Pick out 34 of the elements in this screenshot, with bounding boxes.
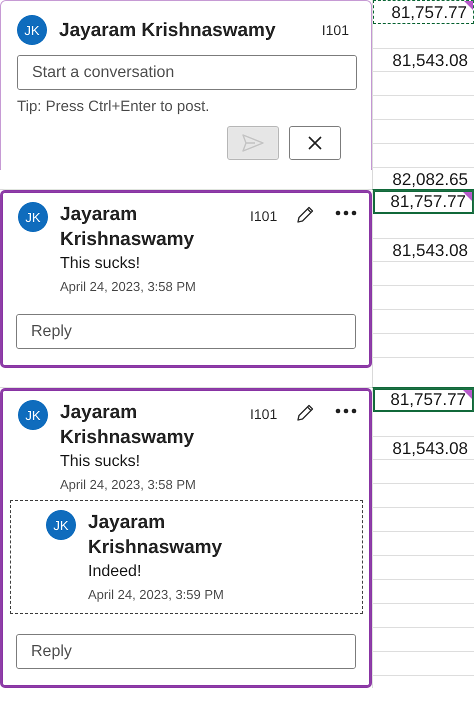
comment-input-field[interactable]: Start a conversation bbox=[17, 55, 357, 90]
comment-date: April 24, 2023, 3:59 PM bbox=[88, 587, 225, 602]
comment-text: Indeed! bbox=[88, 563, 142, 581]
comment-date: April 24, 2023, 3:58 PM bbox=[60, 477, 197, 492]
spreadsheet-cell[interactable]: 82,082.65 bbox=[372, 170, 474, 190]
cell-reference: I101 bbox=[322, 22, 349, 38]
more-options-icon[interactable] bbox=[335, 210, 358, 216]
close-icon bbox=[308, 136, 322, 150]
author-name: Jayaram Krishnaswamy bbox=[59, 18, 277, 42]
spreadsheet-cell[interactable]: 81,757.77 bbox=[373, 388, 474, 412]
spreadsheet-cell[interactable]: 81,757.77 bbox=[373, 190, 474, 214]
reply-field[interactable]: Reply bbox=[16, 634, 356, 669]
author-name: Jayaram Krishnaswamy bbox=[88, 511, 224, 560]
author-name: Jayaram Krishnaswamy bbox=[60, 401, 196, 450]
close-button[interactable] bbox=[289, 126, 341, 160]
cell-reference: I101 bbox=[250, 406, 278, 422]
comment-text: This sucks! bbox=[60, 453, 142, 471]
spreadsheet-cell[interactable] bbox=[372, 368, 474, 388]
avatar-initials: JK bbox=[17, 15, 47, 45]
tip-text: Tip: Press Ctrl+Enter to post. bbox=[17, 98, 210, 115]
more-options-icon[interactable] bbox=[335, 408, 358, 414]
cell-value: 82,082.65 bbox=[392, 170, 468, 189]
avatar-initials: JK bbox=[46, 510, 76, 540]
avatar-initials: JK bbox=[18, 202, 48, 232]
author-name: Jayaram Krishnaswamy bbox=[60, 203, 196, 252]
edit-icon[interactable] bbox=[295, 205, 316, 225]
reply-field[interactable]: Reply bbox=[16, 314, 356, 349]
cell-reference: I101 bbox=[250, 208, 278, 224]
comment-text: This sucks! bbox=[60, 255, 142, 273]
edit-icon[interactable] bbox=[295, 403, 316, 423]
spreadsheet-cell[interactable]: 81,757.77 bbox=[373, 0, 474, 24]
send-icon bbox=[242, 134, 264, 152]
avatar-initials: JK bbox=[18, 400, 48, 430]
comment-date: April 24, 2023, 3:58 PM bbox=[60, 279, 197, 294]
